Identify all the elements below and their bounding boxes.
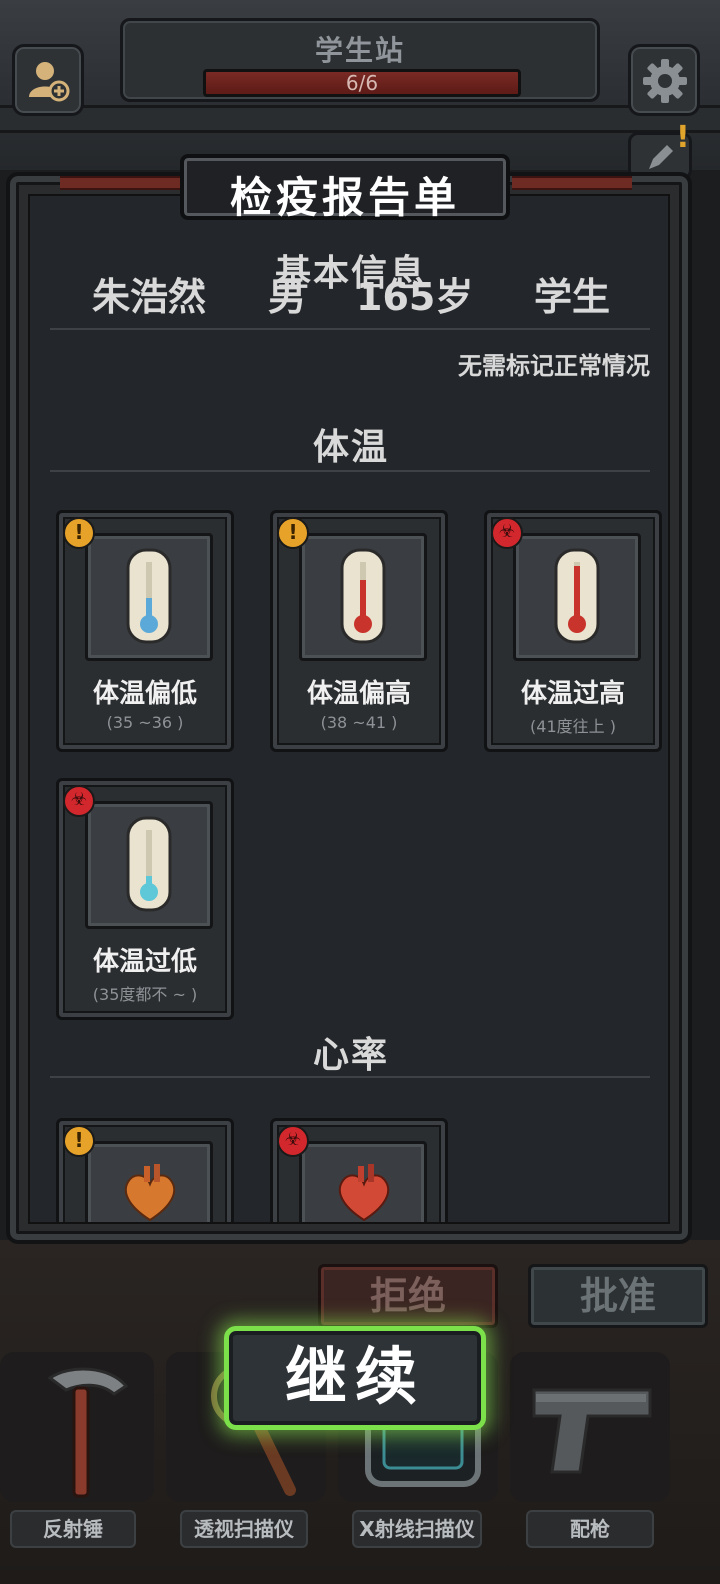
thermometer-bulb	[140, 615, 158, 633]
card-thumbnail	[299, 1141, 427, 1222]
report-title-plate: 检疫报告单	[180, 154, 510, 222]
thermometer-icon	[554, 548, 600, 644]
warning-badge-icon: !	[63, 1125, 95, 1157]
person-occupation: 学生	[534, 275, 611, 319]
normal-note: 无需标记正常情况	[458, 352, 650, 380]
biohazard-badge-icon: ☣	[63, 785, 95, 817]
thermometer-bulb	[568, 615, 586, 633]
card-thumbnail	[299, 533, 427, 661]
thermometer-fill	[574, 566, 580, 622]
thermometer-icon	[126, 548, 172, 644]
background-beam	[0, 105, 720, 133]
pistol-icon	[532, 1388, 652, 1474]
symptom-card-high-temp[interactable]: 体温偏高 (38 ~41 ) !	[270, 510, 448, 752]
tool-reflex-hammer[interactable]	[0, 1352, 154, 1502]
card-thumbnail	[85, 533, 213, 661]
card-label: 体温偏高	[306, 679, 411, 709]
report-card: 基本信息 朱浩然 男 165岁 学生 无需标记正常情况 体温 体温偏低 (35 …	[6, 172, 692, 1244]
gear-icon	[643, 59, 687, 103]
person-name: 朱浩然	[92, 275, 207, 319]
report-title: 检疫报告单	[229, 173, 460, 222]
approve-button[interactable]: 批准	[528, 1264, 708, 1328]
card-thumbnail	[85, 801, 213, 929]
reject-button[interactable]: 拒绝	[318, 1264, 498, 1328]
temperature-heading: 体温	[312, 427, 389, 468]
warning-badge-icon: !	[277, 517, 309, 549]
biohazard-badge-icon: ☣	[491, 517, 523, 549]
station-name: 学生站	[314, 34, 405, 67]
card-range: (35 ~36 )	[106, 713, 184, 732]
card-label: 体温偏低	[92, 679, 197, 709]
title-strap-left	[60, 176, 180, 190]
add-user-icon	[29, 62, 70, 102]
settings-button[interactable]	[628, 44, 700, 116]
alert-exclamation-icon: !	[676, 120, 690, 155]
continue-button[interactable]: 继续	[224, 1326, 486, 1430]
heart-rate-heading: 心率	[312, 1035, 389, 1076]
symptom-card-heart-warning[interactable]: !	[56, 1118, 234, 1222]
pencil-icon	[649, 145, 673, 169]
divider	[50, 1076, 650, 1078]
card-range: (38 ~41 )	[320, 713, 398, 732]
tool-pistol[interactable]	[510, 1352, 670, 1502]
divider	[50, 470, 650, 472]
tool-label: 透视扫描仪	[180, 1510, 308, 1548]
person-age: 165岁	[356, 275, 474, 319]
tool-label: 配枪	[526, 1510, 654, 1548]
card-range: (41度往上 )	[530, 717, 616, 736]
card-thumbnail	[513, 533, 641, 661]
symptom-card-low-temp[interactable]: 体温偏低 (35 ~36 ) !	[56, 510, 234, 752]
card-label: 体温过高	[520, 679, 625, 709]
tool-label: X射线扫描仪	[352, 1510, 482, 1548]
divider	[50, 328, 650, 330]
symptom-card-very-low-temp[interactable]: 体温过低 (35度都不 ~ ) ☣	[56, 778, 234, 1020]
station-progress-bar: 6/6	[203, 69, 521, 97]
person-info-row: 朱浩然 男 165岁 学生	[30, 266, 668, 319]
thermometer-icon	[126, 816, 172, 912]
heart-organ-icon	[338, 1164, 390, 1222]
title-strap-right	[512, 176, 632, 190]
symptom-card-heart-danger[interactable]: ☣	[270, 1118, 448, 1222]
add-user-button[interactable]	[12, 44, 84, 116]
card-thumbnail	[85, 1141, 213, 1222]
report-scroll-area[interactable]: 基本信息 朱浩然 男 165岁 学生 无需标记正常情况 体温 体温偏低 (35 …	[28, 194, 670, 1224]
station-progress-text: 6/6	[345, 71, 379, 95]
biohazard-badge-icon: ☣	[277, 1125, 309, 1157]
thermometer-icon	[340, 548, 386, 644]
card-range: (35度都不 ~ )	[92, 985, 198, 1004]
station-panel: 学生站 6/6	[120, 18, 600, 102]
symptom-card-very-high-temp[interactable]: 体温过高 (41度往上 ) ☣	[484, 510, 662, 752]
person-gender: 男	[268, 275, 307, 319]
heart-organ-icon	[124, 1164, 176, 1222]
tool-label: 反射锤	[10, 1510, 136, 1548]
thermometer-bulb	[140, 883, 158, 901]
warning-badge-icon: !	[63, 517, 95, 549]
card-label: 体温过低	[92, 947, 197, 977]
hammer-icon	[47, 1367, 129, 1498]
thermometer-bulb	[354, 615, 372, 633]
